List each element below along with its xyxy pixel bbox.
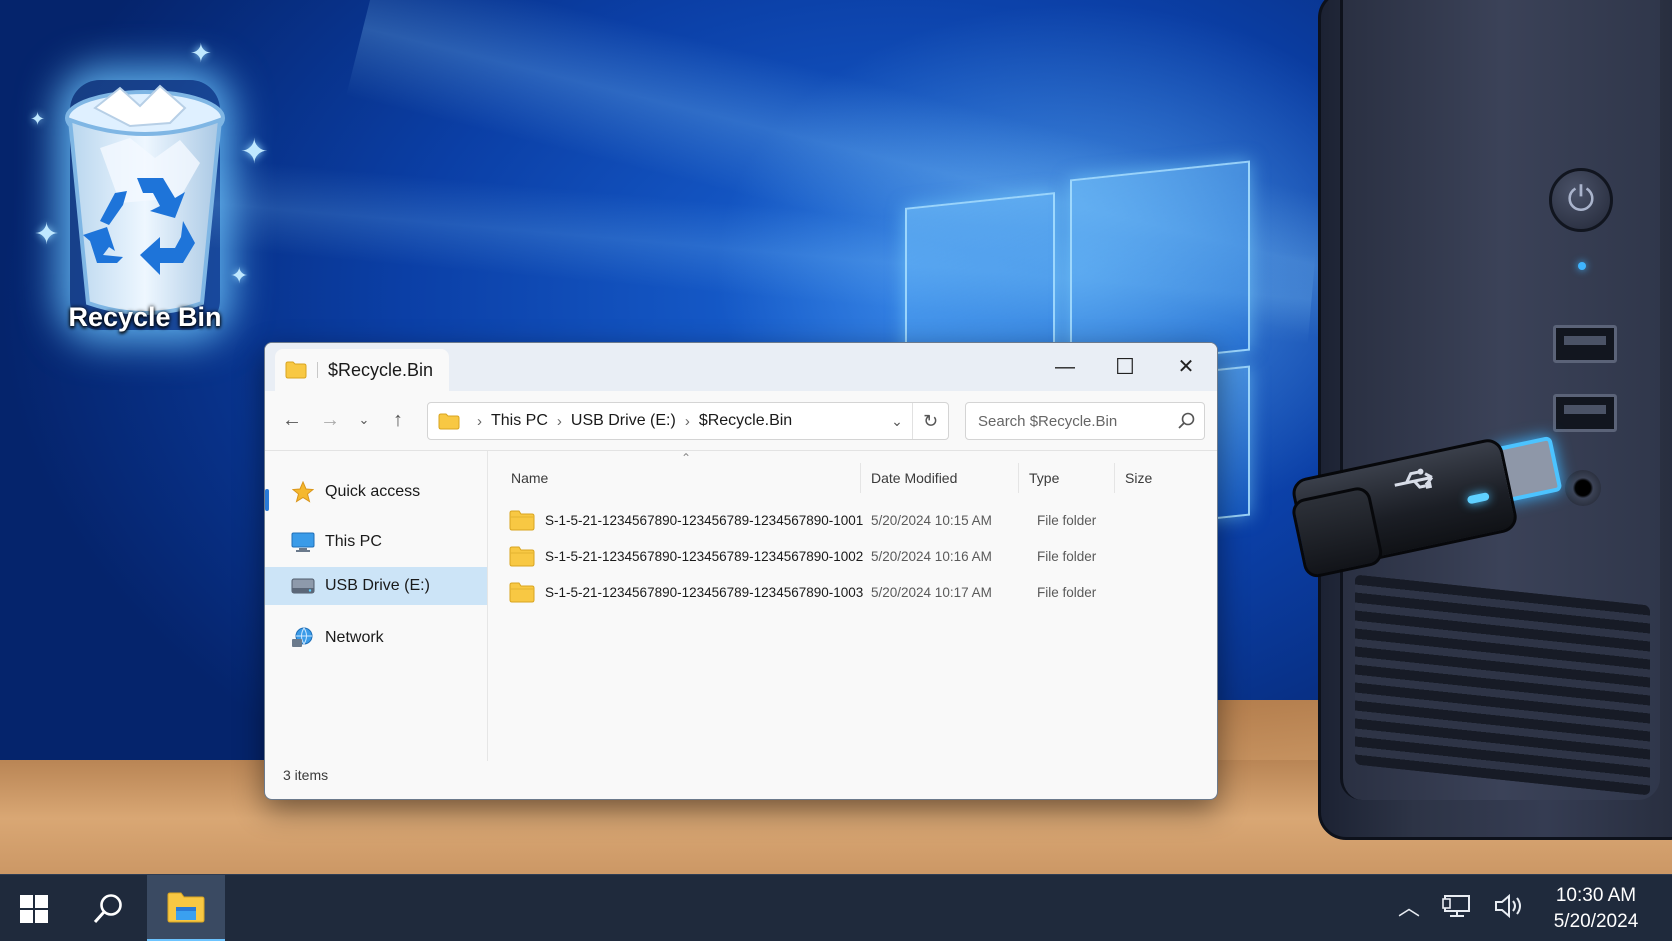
up-arrow-icon[interactable]: ↑ (381, 403, 415, 437)
column-header-date-modified[interactable]: Date Modified (861, 463, 1019, 493)
folder-icon (509, 546, 535, 566)
address-dropdown-chevron-icon[interactable]: ⌄ (884, 403, 910, 439)
file-type: File folder (1037, 548, 1097, 564)
search-input[interactable] (966, 403, 1171, 439)
system-clock[interactable]: 10:30 AM 5/20/2024 (1540, 883, 1652, 935)
folder-icon (509, 582, 535, 602)
search-icon (93, 893, 122, 923)
file-explorer-icon (167, 892, 205, 923)
close-button[interactable]: ✕ (1163, 351, 1209, 383)
taskbar: ︿ 10:30 AM 5/20/2024 (0, 874, 1672, 941)
nav-item-label: Network (325, 629, 384, 646)
tab-title: $Recycle.Bin (328, 359, 434, 380)
search-box[interactable] (965, 402, 1205, 440)
sparkle-icon: ✦ (30, 109, 46, 129)
table-row[interactable]: S-1-5-21-1234567890-123456789-1234567890… (501, 539, 1201, 573)
nav-item-this-pc[interactable]: This PC (265, 523, 487, 561)
file-type: File folder (1037, 512, 1097, 528)
file-explorer-window: $Recycle.Bin — ☐ ✕ ← → ⌄ ↑ › This PC › U… (264, 342, 1218, 800)
windows-start-icon (20, 894, 48, 923)
tab-recycle-bin[interactable]: $Recycle.Bin (275, 349, 449, 391)
breadcrumb-chevron-icon[interactable]: › (557, 413, 562, 430)
audio-jack (1565, 470, 1601, 506)
column-header-name[interactable]: Name (501, 463, 861, 493)
usb-port (1553, 325, 1617, 363)
clock-date: 5/20/2024 (1553, 911, 1639, 932)
nav-item-quick-access[interactable]: Quick access (265, 473, 487, 511)
nav-item-label: USB Drive (E:) (325, 577, 430, 594)
power-button-icon: ⏻ (1549, 168, 1613, 232)
table-row[interactable]: S-1-5-21-1234567890-123456789-1234567890… (501, 575, 1201, 609)
file-type: File folder (1037, 584, 1097, 600)
refresh-icon[interactable]: ↻ (912, 403, 948, 439)
sparkle-icon: ✦ (230, 263, 249, 288)
search-button[interactable] (74, 875, 142, 941)
column-header-type[interactable]: Type (1019, 463, 1115, 493)
navigation-toolbar: ← → ⌄ ↑ › This PC › USB Drive (E:) › $Re… (265, 391, 1217, 451)
volume-icon[interactable] (1492, 893, 1526, 923)
show-hidden-icons-chevron-icon[interactable]: ︿ (1392, 893, 1426, 923)
status-item-count: 3 items (283, 767, 329, 783)
monitor-icon (291, 531, 315, 553)
start-button[interactable] (0, 875, 68, 941)
maximize-button[interactable]: ☐ (1102, 351, 1148, 383)
file-list-pane: ⌃ Name Date Modified Type Size S-1-5-21-… (489, 451, 1217, 761)
ventilation-grill (1355, 574, 1650, 796)
recycle-bin-icon (65, 84, 225, 315)
folder-icon (285, 361, 307, 379)
clock-time: 10:30 AM (1555, 885, 1637, 906)
recent-locations-chevron-icon[interactable]: ⌄ (347, 403, 381, 437)
file-date-modified: 5/20/2024 10:16 AM (871, 548, 992, 564)
breadcrumb-usb-drive[interactable]: USB Drive (E:) (571, 412, 676, 430)
star-icon (291, 481, 315, 503)
file-name: S-1-5-21-1234567890-123456789-1234567890… (545, 512, 864, 528)
breadcrumb-recycle-bin[interactable]: $Recycle.Bin (699, 412, 792, 430)
sparkle-icon: ✦ (34, 218, 60, 251)
file-name: S-1-5-21-1234567890-123456789-1234567890… (545, 584, 864, 600)
sparkle-icon: ✦ (190, 38, 212, 68)
nav-item-label: Quick access (325, 483, 421, 500)
table-row[interactable]: S-1-5-21-1234567890-123456789-1234567890… (501, 503, 1201, 537)
navigation-pane: Quick access This PC USB Drive (E:) Netw… (265, 451, 488, 761)
nav-item-label: This PC (325, 533, 382, 550)
column-header-size[interactable]: Size (1115, 463, 1195, 493)
back-arrow-icon[interactable]: ← (275, 403, 309, 437)
breadcrumb-this-pc[interactable]: This PC (491, 412, 548, 430)
search-icon[interactable] (1176, 411, 1196, 431)
file-date-modified: 5/20/2024 10:17 AM (871, 584, 992, 600)
sparkle-icon: ✦ (240, 133, 269, 171)
tab-separator (317, 362, 318, 378)
column-headers: Name Date Modified Type Size (489, 463, 1217, 493)
nav-item-usb-drive[interactable]: USB Drive (E:) (265, 567, 487, 605)
title-bar[interactable]: $Recycle.Bin — ☐ ✕ (265, 343, 1217, 391)
drive-icon (291, 575, 315, 597)
folder-icon (509, 510, 535, 530)
breadcrumb-chevron-icon[interactable]: › (685, 413, 690, 430)
network-status-icon[interactable] (1440, 893, 1474, 923)
recycle-bin-desktop-shortcut[interactable]: ✦ ✦ ✦ ✦ ✦ Recycle Bin (30, 38, 269, 350)
minimize-button[interactable]: — (1042, 351, 1088, 383)
network-icon (291, 627, 315, 649)
power-led (1578, 262, 1586, 270)
usb-port (1553, 394, 1617, 432)
usb-cap (1289, 484, 1385, 580)
file-explorer-taskbar-button[interactable] (147, 875, 225, 941)
forward-arrow-icon[interactable]: → (313, 403, 347, 437)
breadcrumb-chevron-icon[interactable]: › (477, 413, 482, 430)
nav-item-network[interactable]: Network (265, 619, 487, 657)
file-name: S-1-5-21-1234567890-123456789-1234567890… (545, 548, 864, 564)
recycle-bin-label: Recycle Bin (68, 302, 222, 332)
folder-icon (438, 413, 460, 429)
address-bar[interactable]: › This PC › USB Drive (E:) › $Recycle.Bi… (427, 402, 949, 440)
file-date-modified: 5/20/2024 10:15 AM (871, 512, 992, 528)
